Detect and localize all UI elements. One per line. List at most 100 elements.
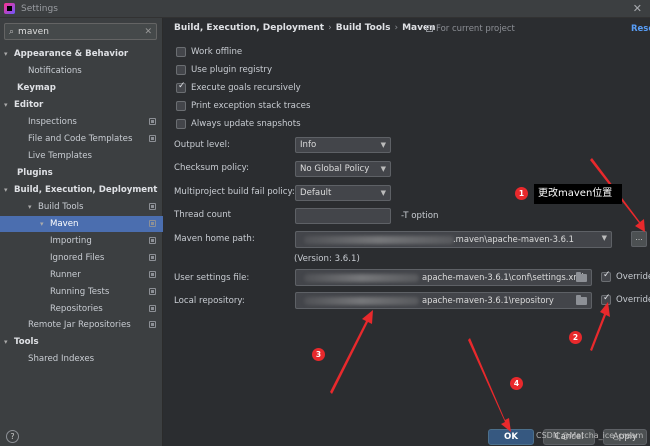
- checkbox-box-checked[interactable]: [601, 270, 611, 282]
- maven-home-path-label: Maven home path:: [174, 234, 255, 244]
- chevron-down-icon[interactable]: ▾: [4, 97, 14, 113]
- sidebar-item-label: Importing: [50, 236, 92, 246]
- chevron-down-icon[interactable]: ▾: [40, 216, 50, 232]
- sidebar-item-plugins[interactable]: Plugins: [0, 165, 163, 181]
- ok-button[interactable]: OK: [488, 429, 534, 445]
- redacted-path: [304, 297, 419, 305]
- work-offline-checkbox[interactable]: Work offline: [176, 46, 242, 58]
- csdn-watermark: CSDN @Matcha_ice_cream: [536, 431, 644, 440]
- user-settings-file-field[interactable]: apache-maven-3.6.1\conf\settings.xml: [295, 269, 592, 286]
- sidebar-item-maven[interactable]: ▾ Maven: [0, 216, 163, 232]
- multiproject-fail-policy-combo[interactable]: Default ▼: [295, 185, 391, 201]
- close-icon[interactable]: ✕: [633, 2, 642, 15]
- checkbox-box-checked[interactable]: [601, 293, 611, 305]
- annotation-badge-3: 3: [312, 348, 325, 361]
- chevron-down-icon: ▼: [601, 234, 607, 242]
- maven-home-path-combo[interactable]: .maven\apache-maven-3.6.1 ▼: [295, 231, 612, 248]
- sidebar-item-keymap[interactable]: Keymap: [0, 80, 163, 96]
- checkbox-box[interactable]: [176, 47, 186, 57]
- checkbox-box[interactable]: [176, 101, 186, 111]
- folder-icon[interactable]: [576, 295, 587, 305]
- sidebar-item-ignored-files[interactable]: Ignored Files: [0, 250, 163, 266]
- sidebar-item-inspections[interactable]: Inspections: [0, 114, 163, 130]
- for-project-text: For current project: [436, 24, 515, 34]
- breadcrumb-build-tools[interactable]: Build Tools: [336, 23, 391, 33]
- combo-value: Info: [300, 140, 317, 150]
- sidebar-item-appearance-behavior[interactable]: ▾ Appearance & Behavior: [0, 46, 163, 62]
- chevron-down-icon[interactable]: ▾: [4, 334, 14, 350]
- override-local-repository-checkbox[interactable]: Override: [601, 293, 650, 305]
- settings-search-box[interactable]: ⌕ ✕: [4, 23, 157, 40]
- sidebar-item-label: Maven: [50, 219, 79, 229]
- output-level-combo[interactable]: Info ▼: [295, 137, 391, 153]
- sidebar-item-importing[interactable]: Importing: [0, 233, 163, 249]
- sidebar-item-label: Appearance & Behavior: [14, 49, 129, 59]
- annotation-badge-1: 1: [515, 187, 528, 200]
- reset-link[interactable]: Rese: [631, 24, 650, 34]
- sidebar-item-label: Build Tools: [38, 202, 84, 212]
- project-scope-icon: [149, 305, 156, 312]
- sidebar-item-label: Ignored Files: [50, 253, 105, 263]
- override-label: Override: [616, 295, 650, 305]
- sidebar-item-remote-jar-repositories[interactable]: Remote Jar Repositories: [0, 317, 163, 333]
- sidebar-item-repositories[interactable]: Repositories: [0, 301, 163, 317]
- project-scope-icon: [149, 135, 156, 142]
- sidebar-item-live-templates[interactable]: Live Templates: [0, 148, 163, 164]
- output-level-label: Output level:: [174, 140, 230, 150]
- checkbox-box[interactable]: [176, 119, 186, 129]
- checkbox-label: Use plugin registry: [191, 65, 273, 75]
- local-repository-field[interactable]: apache-maven-3.6.1\repository: [295, 292, 592, 309]
- folder-icon[interactable]: [576, 272, 587, 282]
- sidebar-item-label: Tools: [14, 337, 39, 347]
- annotation-tooltip: 更改maven位置: [534, 184, 622, 204]
- sidebar-item-label: Notifications: [28, 66, 82, 76]
- chevron-down-icon[interactable]: ▾: [4, 182, 14, 198]
- sidebar-item-label: Runner: [50, 270, 81, 280]
- redacted-path: [304, 274, 419, 282]
- sidebar-item-label: Running Tests: [50, 287, 110, 297]
- always-update-snapshots-checkbox[interactable]: Always update snapshots: [176, 118, 301, 130]
- project-scope-icon: [149, 203, 156, 210]
- project-scope-icon: [426, 25, 433, 32]
- sidebar-item-file-and-code-templates[interactable]: File and Code Templates: [0, 131, 163, 147]
- annotation-badge-2: 2: [569, 331, 582, 344]
- sidebar-item-label: Keymap: [17, 83, 56, 93]
- checkbox-label: Execute goals recursively: [191, 83, 301, 93]
- sidebar-item-shared-indexes[interactable]: Shared Indexes: [0, 351, 163, 367]
- chevron-down-icon: ▼: [380, 141, 386, 149]
- checksum-policy-label: Checksum policy:: [174, 163, 250, 173]
- sidebar-item-notifications[interactable]: Notifications: [0, 63, 163, 79]
- sidebar-item-build-execution-deployment[interactable]: ▾ Build, Execution, Deployment: [0, 182, 163, 198]
- sidebar-item-build-tools[interactable]: ▾ Build Tools: [0, 199, 163, 215]
- combo-value: No Global Policy: [300, 164, 370, 174]
- sidebar-item-label: Shared Indexes: [28, 354, 95, 364]
- execute-goals-recursively-checkbox[interactable]: Execute goals recursively: [176, 81, 301, 94]
- thread-count-input[interactable]: [295, 208, 391, 224]
- thread-count-hint: -T option: [401, 211, 439, 221]
- search-input[interactable]: [18, 26, 129, 37]
- sidebar-item-label: Live Templates: [28, 151, 92, 161]
- clear-search-icon[interactable]: ✕: [144, 27, 152, 37]
- local-repository-path-value: apache-maven-3.6.1\repository: [422, 295, 554, 305]
- sidebar-item-label: Inspections: [28, 117, 77, 127]
- browse-maven-home-button[interactable]: ...: [631, 231, 647, 247]
- checkbox-label: Always update snapshots: [191, 119, 301, 129]
- sidebar-item-editor[interactable]: ▾ Editor: [0, 97, 163, 113]
- sidebar-item-running-tests[interactable]: Running Tests: [0, 284, 163, 300]
- redacted-path: [304, 236, 454, 244]
- sidebar-item-label: Build, Execution, Deployment: [14, 185, 158, 195]
- chevron-down-icon[interactable]: ▾: [28, 199, 38, 215]
- search-icon: ⌕: [9, 26, 15, 37]
- print-exception-stack-traces-checkbox[interactable]: Print exception stack traces: [176, 100, 310, 112]
- sidebar-item-tools[interactable]: ▾ Tools: [0, 334, 163, 350]
- checkbox-box[interactable]: [176, 65, 186, 75]
- use-plugin-registry-checkbox[interactable]: Use plugin registry: [176, 64, 272, 76]
- checksum-policy-combo[interactable]: No Global Policy ▼: [295, 161, 391, 177]
- multiproject-fail-policy-label: Multiproject build fail policy:: [174, 187, 295, 197]
- override-user-settings-checkbox[interactable]: Override: [601, 270, 650, 282]
- sidebar-item-runner[interactable]: Runner: [0, 267, 163, 283]
- breadcrumb-build-execution[interactable]: Build, Execution, Deployment: [174, 23, 324, 33]
- help-button[interactable]: ?: [6, 430, 19, 443]
- chevron-down-icon[interactable]: ▾: [4, 46, 14, 62]
- checkbox-box-checked[interactable]: [176, 81, 186, 93]
